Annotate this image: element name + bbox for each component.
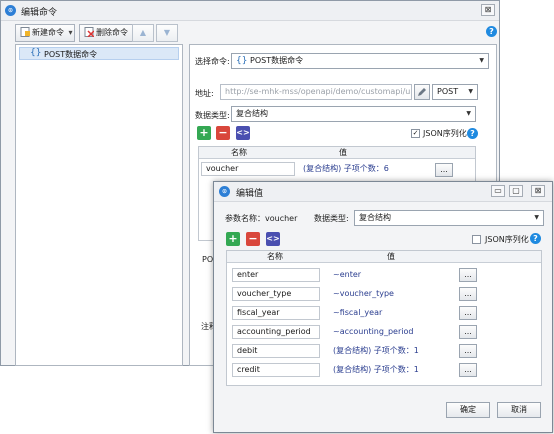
row-name[interactable]: credit	[232, 363, 320, 377]
help-icon[interactable]: ?	[467, 128, 478, 139]
row-edit-button[interactable]: ...	[459, 325, 477, 339]
dialog-grid-header-value: 值	[387, 252, 395, 261]
dialog-close-button[interactable]: ⊠	[531, 185, 545, 197]
tree-item-label: POST数据命令	[44, 50, 98, 59]
dialog-remove-row-button[interactable]: −	[246, 232, 260, 246]
json-serialize-label: JSON序列化	[423, 129, 467, 138]
delete-document-icon	[84, 27, 95, 38]
move-down-button[interactable]: ▼	[156, 24, 178, 42]
delete-command-button[interactable]: 删除命令	[79, 24, 135, 42]
main-window-title: 编辑命令	[21, 8, 58, 18]
data-type-value: 复合结构	[236, 109, 268, 118]
row-value: ~fiscal_year	[333, 308, 383, 317]
json-braces-icon: {}	[236, 56, 248, 66]
ok-button[interactable]: 确定	[446, 402, 490, 418]
row-value: ~accounting_period	[333, 327, 414, 336]
row-edit-button[interactable]: ...	[459, 344, 477, 358]
dialog-data-type-value: 复合结构	[359, 213, 391, 222]
add-row-button[interactable]: +	[197, 126, 211, 140]
dialog-maximize-button[interactable]: ▢	[509, 185, 523, 197]
row-edit-button[interactable]: ...	[459, 287, 477, 301]
dialog-json-serialize-checkbox[interactable]	[472, 235, 481, 244]
row-edit-button[interactable]: ...	[459, 363, 477, 377]
main-titlebar: ⊙ 编辑命令 ⊠	[1, 1, 499, 21]
main-close-button[interactable]: ⊠	[481, 4, 495, 16]
row-edit-button[interactable]: ...	[459, 306, 477, 320]
grid-header-name: 名称	[231, 148, 247, 157]
row-name[interactable]: fiscal_year	[232, 306, 320, 320]
chevron-down-icon: ▼	[466, 110, 471, 117]
dialog-grid-header-name: 名称	[267, 252, 283, 261]
table-row: voucher_type ~voucher_type ...	[227, 285, 541, 303]
dialog-minimize-button[interactable]: ▭	[491, 185, 505, 197]
row-name[interactable]: debit	[232, 344, 320, 358]
app-logo-icon: ⊙	[219, 186, 230, 197]
select-command-value: POST数据命令	[250, 56, 304, 65]
row-value: (复合结构) 子项个数：1	[333, 365, 419, 374]
data-type-select[interactable]: 复合结构 ▼	[231, 106, 476, 122]
dialog-json-serialize-label: JSON序列化	[485, 235, 529, 244]
chevron-down-icon: ▼	[534, 214, 539, 221]
edit-address-icon[interactable]	[414, 84, 430, 100]
grid-cell-edit-button[interactable]: ...	[435, 163, 453, 177]
select-command-combo[interactable]: {} POST数据命令 ▼	[231, 53, 489, 69]
row-value: ~enter	[333, 270, 362, 279]
new-document-icon	[20, 27, 30, 37]
table-row: credit (复合结构) 子项个数：1 ...	[227, 361, 541, 379]
dialog-value-grid: 名称 值 enter ~enter ... voucher_type ~vouc…	[226, 250, 542, 386]
row-name[interactable]: accounting_period	[232, 325, 320, 339]
dialog-data-type-label: 数据类型:	[314, 214, 349, 223]
row-name[interactable]: enter	[232, 268, 320, 282]
help-icon[interactable]: ?	[486, 26, 497, 37]
grid-cell-name[interactable]: voucher	[201, 162, 295, 176]
dialog-titlebar: ⊙ 编辑值 ▭ ▢ ⊠	[214, 182, 552, 202]
dialog-code-view-button[interactable]: <>	[266, 232, 280, 246]
row-value: (复合结构) 子项个数：1	[333, 346, 419, 355]
address-input[interactable]: http://se-mhk-mss/openapi/demo/customapi…	[220, 84, 412, 100]
app-logo-icon: ⊙	[5, 5, 16, 16]
dialog-add-row-button[interactable]: +	[226, 232, 240, 246]
table-row: accounting_period ~accounting_period ...	[227, 323, 541, 341]
move-up-button[interactable]: ▲	[132, 24, 154, 42]
chevron-down-icon: ▼	[468, 88, 473, 95]
table-row: fiscal_year ~fiscal_year ...	[227, 304, 541, 322]
new-command-label: 新建命令	[32, 28, 64, 37]
cancel-button[interactable]: 取消	[497, 402, 541, 418]
new-command-button[interactable]: 新建命令 ▾	[15, 24, 75, 42]
tree-item-post-command[interactable]: {} POST数据命令	[19, 47, 179, 60]
delete-command-label: 删除命令	[96, 28, 128, 37]
grid-header: 名称 值	[199, 147, 475, 159]
address-label: 地址:	[195, 89, 214, 98]
select-command-label: 选择命令:	[195, 57, 230, 66]
command-tree: {} POST数据命令	[15, 44, 183, 366]
method-select[interactable]: POST ▼	[432, 84, 478, 100]
dialog-grid-header: 名称 值	[227, 251, 541, 263]
row-name[interactable]: voucher_type	[232, 287, 320, 301]
grid-cell-value: (复合结构) 子项个数：6	[303, 164, 389, 173]
dialog-data-type-select[interactable]: 复合结构 ▼	[354, 210, 544, 226]
code-view-button[interactable]: <>	[236, 126, 250, 140]
table-row: debit (复合结构) 子项个数：1 ...	[227, 342, 541, 360]
dialog-title: 编辑值	[236, 189, 264, 199]
json-braces-icon: {}	[30, 48, 42, 58]
json-serialize-checkbox[interactable]: ✓	[411, 129, 420, 138]
row-edit-button[interactable]: ...	[459, 268, 477, 282]
remove-row-button[interactable]: −	[216, 126, 230, 140]
row-value: ~voucher_type	[333, 289, 394, 298]
chevron-down-icon: ▼	[479, 57, 484, 64]
method-value: POST	[437, 87, 459, 96]
param-name-label: 参数名称：voucher	[225, 214, 298, 223]
edit-value-dialog: ⊙ 编辑值 ▭ ▢ ⊠ 参数名称：voucher 数据类型: 复合结构 ▼ + …	[213, 181, 553, 433]
dialog-help-icon[interactable]: ?	[530, 233, 541, 244]
table-row: enter ~enter ...	[227, 266, 541, 284]
new-command-dropdown-icon[interactable]: ▾	[69, 28, 73, 37]
data-type-label: 数据类型:	[195, 111, 230, 120]
grid-header-value: 值	[339, 148, 347, 157]
